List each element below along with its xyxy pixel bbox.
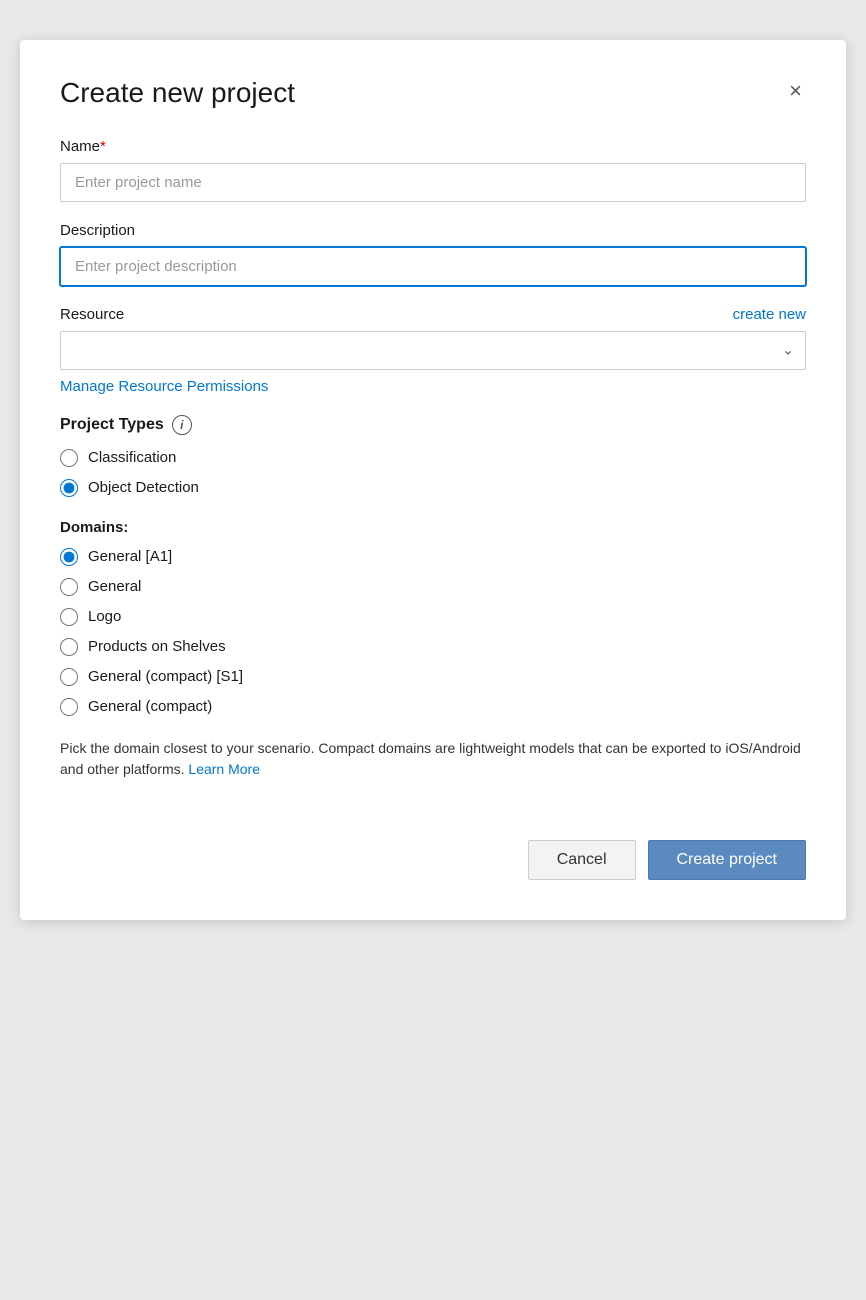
- resource-label: Resource: [60, 306, 124, 323]
- name-section: Name*: [60, 138, 806, 202]
- modal-footer: Cancel Create project: [60, 840, 806, 880]
- resource-header: Resource create new: [60, 306, 806, 323]
- cancel-button[interactable]: Cancel: [528, 840, 636, 880]
- domain-products-on-shelves[interactable]: Products on Shelves: [60, 638, 806, 656]
- info-icon[interactable]: i: [172, 415, 192, 435]
- project-types-radio-group: Classification Object Detection: [60, 449, 806, 497]
- domain-products-radio[interactable]: [60, 638, 78, 656]
- resource-select[interactable]: [60, 331, 806, 370]
- domain-general-a1-label: General [A1]: [88, 548, 172, 565]
- name-label: Name*: [60, 138, 806, 155]
- domain-description: Pick the domain closest to your scenario…: [60, 738, 806, 780]
- project-types-label: Project Types: [60, 416, 164, 434]
- project-type-object-detection[interactable]: Object Detection: [60, 479, 806, 497]
- close-button[interactable]: ×: [785, 76, 806, 106]
- domain-radio-group: General [A1] General Logo Products on Sh…: [60, 548, 806, 716]
- domain-products-label: Products on Shelves: [88, 638, 226, 655]
- domain-compact-s1-label: General (compact) [S1]: [88, 668, 243, 685]
- create-new-link[interactable]: create new: [733, 306, 806, 323]
- create-project-modal: Create new project × Name* Description R…: [20, 40, 846, 920]
- domain-general-a1[interactable]: General [A1]: [60, 548, 806, 566]
- resource-select-wrapper: ⌄: [60, 331, 806, 370]
- description-section: Description: [60, 222, 806, 286]
- classification-radio[interactable]: [60, 449, 78, 467]
- project-types-section: Project Types i Classification Object De…: [60, 415, 806, 497]
- domain-general-radio[interactable]: [60, 578, 78, 596]
- name-input[interactable]: [60, 163, 806, 202]
- domain-logo[interactable]: Logo: [60, 608, 806, 626]
- project-types-header: Project Types i: [60, 415, 806, 435]
- learn-more-link[interactable]: Learn More: [188, 761, 260, 777]
- object-detection-radio[interactable]: [60, 479, 78, 497]
- domain-general-compact-s1[interactable]: General (compact) [S1]: [60, 668, 806, 686]
- domains-label: Domains:: [60, 519, 806, 536]
- domains-section: Domains: General [A1] General Logo Produ…: [60, 519, 806, 716]
- domain-compact-label: General (compact): [88, 698, 212, 715]
- required-star: *: [100, 138, 106, 155]
- modal-header: Create new project ×: [60, 76, 806, 110]
- domain-general-compact[interactable]: General (compact): [60, 698, 806, 716]
- domain-general-a1-radio[interactable]: [60, 548, 78, 566]
- description-label: Description: [60, 222, 806, 239]
- domain-compact-radio[interactable]: [60, 698, 78, 716]
- manage-permissions-link[interactable]: Manage Resource Permissions: [60, 378, 806, 395]
- description-input[interactable]: [60, 247, 806, 286]
- domain-logo-radio[interactable]: [60, 608, 78, 626]
- create-project-button[interactable]: Create project: [648, 840, 807, 880]
- resource-section: Resource create new ⌄ Manage Resource Pe…: [60, 306, 806, 395]
- domain-compact-s1-radio[interactable]: [60, 668, 78, 686]
- classification-label: Classification: [88, 449, 176, 466]
- domain-logo-label: Logo: [88, 608, 121, 625]
- domain-general[interactable]: General: [60, 578, 806, 596]
- modal-title: Create new project: [60, 76, 295, 110]
- domain-general-label: General: [88, 578, 141, 595]
- project-type-classification[interactable]: Classification: [60, 449, 806, 467]
- object-detection-label: Object Detection: [88, 479, 199, 496]
- modal-overlay: Create new project × Name* Description R…: [0, 20, 866, 1300]
